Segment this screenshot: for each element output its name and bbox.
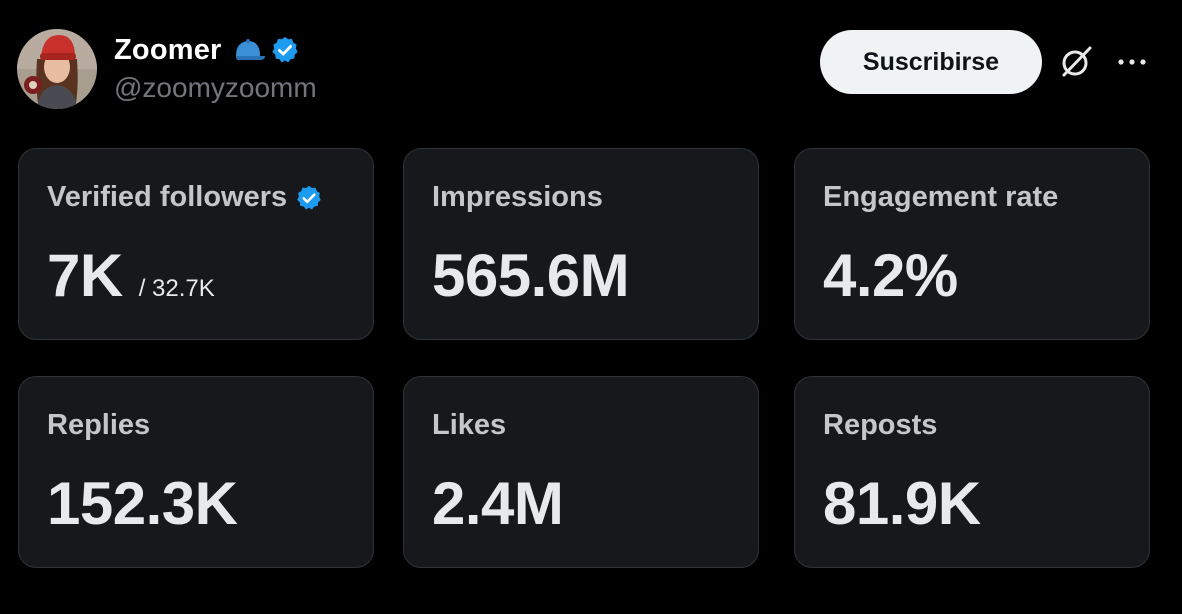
- display-name[interactable]: Zoomer: [114, 34, 222, 67]
- stat-label: Impressions: [432, 181, 603, 213]
- verified-badge-icon[interactable]: [270, 35, 300, 65]
- stat-card-engagement-rate[interactable]: Engagement rate 4.2%: [794, 148, 1150, 340]
- stat-value: 7K / 32.7K: [47, 242, 215, 309]
- handle[interactable]: @zoomyzoomm: [114, 72, 317, 104]
- stat-sub-value: / 32.7K: [138, 275, 215, 302]
- stat-label: Reposts: [823, 409, 938, 441]
- name-row: Zoomer: [114, 32, 300, 68]
- grok-icon[interactable]: [1056, 42, 1096, 82]
- stat-value: 4.2%: [823, 242, 958, 309]
- profile-header: Zoomer @zoomyzoomm Suscribirse: [0, 0, 1182, 130]
- stat-value: 565.6M: [432, 242, 630, 309]
- avatar[interactable]: [17, 29, 97, 109]
- stat-card-likes[interactable]: Likes 2.4M: [403, 376, 759, 568]
- stat-value: 2.4M: [432, 470, 564, 537]
- stat-card-reposts[interactable]: Reposts 81.9K: [794, 376, 1150, 568]
- stat-label: Verified followers: [47, 181, 323, 214]
- subscribe-button[interactable]: Suscribirse: [820, 30, 1042, 94]
- verified-badge-icon: [295, 184, 323, 212]
- stat-card-verified-followers[interactable]: Verified followers 7K / 32.7K: [18, 148, 374, 340]
- stat-card-impressions[interactable]: Impressions 565.6M: [403, 148, 759, 340]
- stat-value: 81.9K: [823, 470, 981, 537]
- stat-label: Replies: [47, 409, 151, 441]
- stat-card-replies[interactable]: Replies 152.3K: [18, 376, 374, 568]
- stat-label: Engagement rate: [823, 181, 1059, 213]
- stat-value: 152.3K: [47, 470, 238, 537]
- stat-label: Likes: [432, 409, 507, 441]
- cap-icon: [232, 38, 266, 62]
- more-dots-icon[interactable]: [1115, 52, 1149, 72]
